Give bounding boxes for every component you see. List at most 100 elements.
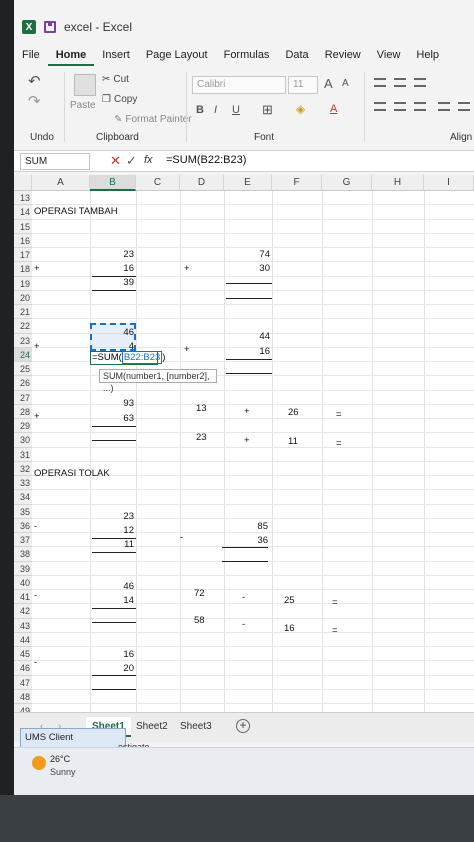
format-painter-button[interactable]: ✎ Format Painter bbox=[114, 114, 192, 125]
column-header-a[interactable]: A bbox=[32, 175, 90, 191]
increase-indent-icon[interactable] bbox=[458, 102, 470, 111]
cell-d37[interactable]: - bbox=[180, 531, 183, 545]
cell-a23[interactable]: + bbox=[34, 340, 40, 354]
cell-b46[interactable]: 20 bbox=[90, 662, 134, 676]
cell-f30[interactable]: 11 bbox=[288, 435, 298, 449]
row-header-38[interactable]: 38 bbox=[14, 547, 32, 562]
enter-icon[interactable]: ✓ bbox=[126, 153, 137, 169]
row-header-16[interactable]: 16 bbox=[14, 233, 32, 248]
cell-b41[interactable]: 14 bbox=[90, 594, 134, 608]
align-middle-icon[interactable] bbox=[394, 78, 406, 87]
cell-b19[interactable]: 39 bbox=[90, 276, 134, 290]
cell-g30[interactable]: = bbox=[336, 437, 342, 451]
cell-d30[interactable]: 23 bbox=[196, 431, 207, 445]
cell-g41[interactable]: = bbox=[332, 596, 338, 610]
bold-button[interactable]: B bbox=[196, 104, 204, 116]
cell-a18[interactable]: + bbox=[34, 262, 40, 276]
row-header-19[interactable]: 19 bbox=[14, 276, 32, 291]
cell-e23[interactable]: 16 bbox=[224, 345, 270, 359]
row-header-41[interactable]: 41 bbox=[14, 590, 32, 605]
select-all-corner[interactable] bbox=[14, 175, 32, 191]
cell-g28[interactable]: = bbox=[336, 408, 342, 422]
cell-b45[interactable]: 16 bbox=[90, 648, 134, 662]
row-header-35[interactable]: 35 bbox=[14, 504, 32, 519]
tab-page-layout[interactable]: Page Layout bbox=[138, 44, 216, 66]
align-left-icon[interactable] bbox=[374, 102, 386, 111]
column-header-e[interactable]: E bbox=[224, 175, 272, 191]
cell-a14[interactable]: OPERASI TAMBAH bbox=[34, 205, 118, 219]
row-header-14[interactable]: 14 bbox=[14, 205, 32, 220]
cell-b22[interactable]: 46 bbox=[90, 326, 134, 340]
row-header-47[interactable]: 47 bbox=[14, 675, 32, 690]
tab-home[interactable]: Home bbox=[47, 44, 95, 66]
cell-b17[interactable]: 23 bbox=[90, 248, 134, 262]
cell-b18[interactable]: 16 bbox=[90, 262, 134, 276]
tab-data[interactable]: Data bbox=[277, 44, 316, 66]
tab-file[interactable]: File bbox=[14, 44, 48, 66]
cell-d18[interactable]: + bbox=[184, 262, 190, 276]
cell-b28[interactable]: 63 bbox=[90, 412, 134, 426]
cell-a41[interactable]: - bbox=[34, 589, 37, 603]
weather-temp[interactable]: 26°C bbox=[50, 754, 70, 764]
insert-function-icon[interactable]: fx bbox=[144, 154, 153, 166]
column-header-f[interactable]: F bbox=[272, 175, 322, 191]
font-name-box[interactable]: Calibri bbox=[192, 76, 286, 94]
italic-button[interactable]: I bbox=[214, 104, 217, 116]
name-box[interactable]: SUM bbox=[20, 153, 90, 170]
tab-review[interactable]: Review bbox=[317, 44, 369, 66]
cell-b35[interactable]: 23 bbox=[90, 510, 134, 524]
cell-b40[interactable]: 46 bbox=[90, 580, 134, 594]
copy-button[interactable]: ❐ Copy bbox=[102, 94, 137, 105]
cell-e30[interactable]: + bbox=[244, 434, 250, 448]
column-header-i[interactable]: I bbox=[424, 175, 474, 191]
row-header-26[interactable]: 26 bbox=[14, 376, 32, 391]
row-header-39[interactable]: 39 bbox=[14, 561, 32, 576]
row-header-30[interactable]: 30 bbox=[14, 433, 32, 448]
decrease-indent-icon[interactable] bbox=[438, 102, 450, 111]
column-header-b[interactable]: B bbox=[90, 175, 136, 191]
paste-label[interactable]: Paste bbox=[70, 100, 96, 111]
cancel-icon[interactable]: ✕ bbox=[110, 153, 121, 169]
row-header-25[interactable]: 25 bbox=[14, 362, 32, 377]
row-header-33[interactable]: 33 bbox=[14, 476, 32, 491]
cell-f41[interactable]: 25 bbox=[284, 594, 295, 608]
column-header-h[interactable]: H bbox=[372, 175, 424, 191]
save-icon[interactable] bbox=[44, 21, 56, 33]
row-header-17[interactable]: 17 bbox=[14, 248, 32, 263]
tab-insert[interactable]: Insert bbox=[94, 44, 138, 66]
cut-button[interactable]: ✂ Cut bbox=[102, 74, 129, 85]
tab-sheet2[interactable]: Sheet2 bbox=[130, 717, 174, 737]
cell-e36[interactable]: 85 bbox=[222, 520, 268, 534]
row-header-20[interactable]: 20 bbox=[14, 290, 32, 305]
row-header-29[interactable]: 29 bbox=[14, 419, 32, 434]
tab-formulas[interactable]: Formulas bbox=[216, 44, 278, 66]
row-header-46[interactable]: 46 bbox=[14, 661, 32, 676]
cell-b27[interactable]: 93 bbox=[90, 397, 134, 411]
cell-g43[interactable]: = bbox=[332, 624, 338, 638]
row-header-22[interactable]: 22 bbox=[14, 319, 32, 334]
row-header-37[interactable]: 37 bbox=[14, 533, 32, 548]
column-header-c[interactable]: C bbox=[136, 175, 180, 191]
row-header-48[interactable]: 48 bbox=[14, 689, 32, 704]
row-header-43[interactable]: 43 bbox=[14, 618, 32, 633]
align-center-icon[interactable] bbox=[394, 102, 406, 111]
grow-font-button[interactable]: A bbox=[324, 76, 333, 91]
cell-d23[interactable]: + bbox=[184, 343, 190, 357]
align-bottom-icon[interactable] bbox=[414, 78, 426, 87]
underline-button[interactable]: U bbox=[232, 104, 240, 116]
cell-d28[interactable]: 13 bbox=[196, 402, 207, 416]
undo-icon[interactable]: ↶ bbox=[28, 72, 41, 90]
row-header-40[interactable]: 40 bbox=[14, 575, 32, 590]
cell-f28[interactable]: 26 bbox=[288, 406, 299, 420]
font-color-button[interactable]: A bbox=[330, 103, 337, 115]
cell-b36[interactable]: 12 bbox=[90, 524, 134, 538]
formula-input[interactable]: =SUM(B22:B23) bbox=[166, 154, 246, 166]
row-header-23[interactable]: 23 bbox=[14, 333, 32, 348]
row-header-18[interactable]: 18 bbox=[14, 262, 32, 277]
cell-e41[interactable]: - bbox=[242, 591, 245, 605]
fill-color-icon[interactable]: ◈ bbox=[296, 102, 305, 116]
paste-icon[interactable] bbox=[74, 74, 96, 96]
redo-icon[interactable]: ↷ bbox=[28, 92, 41, 110]
row-header-15[interactable]: 15 bbox=[14, 219, 32, 234]
cell-b37[interactable]: 11 bbox=[90, 538, 134, 552]
